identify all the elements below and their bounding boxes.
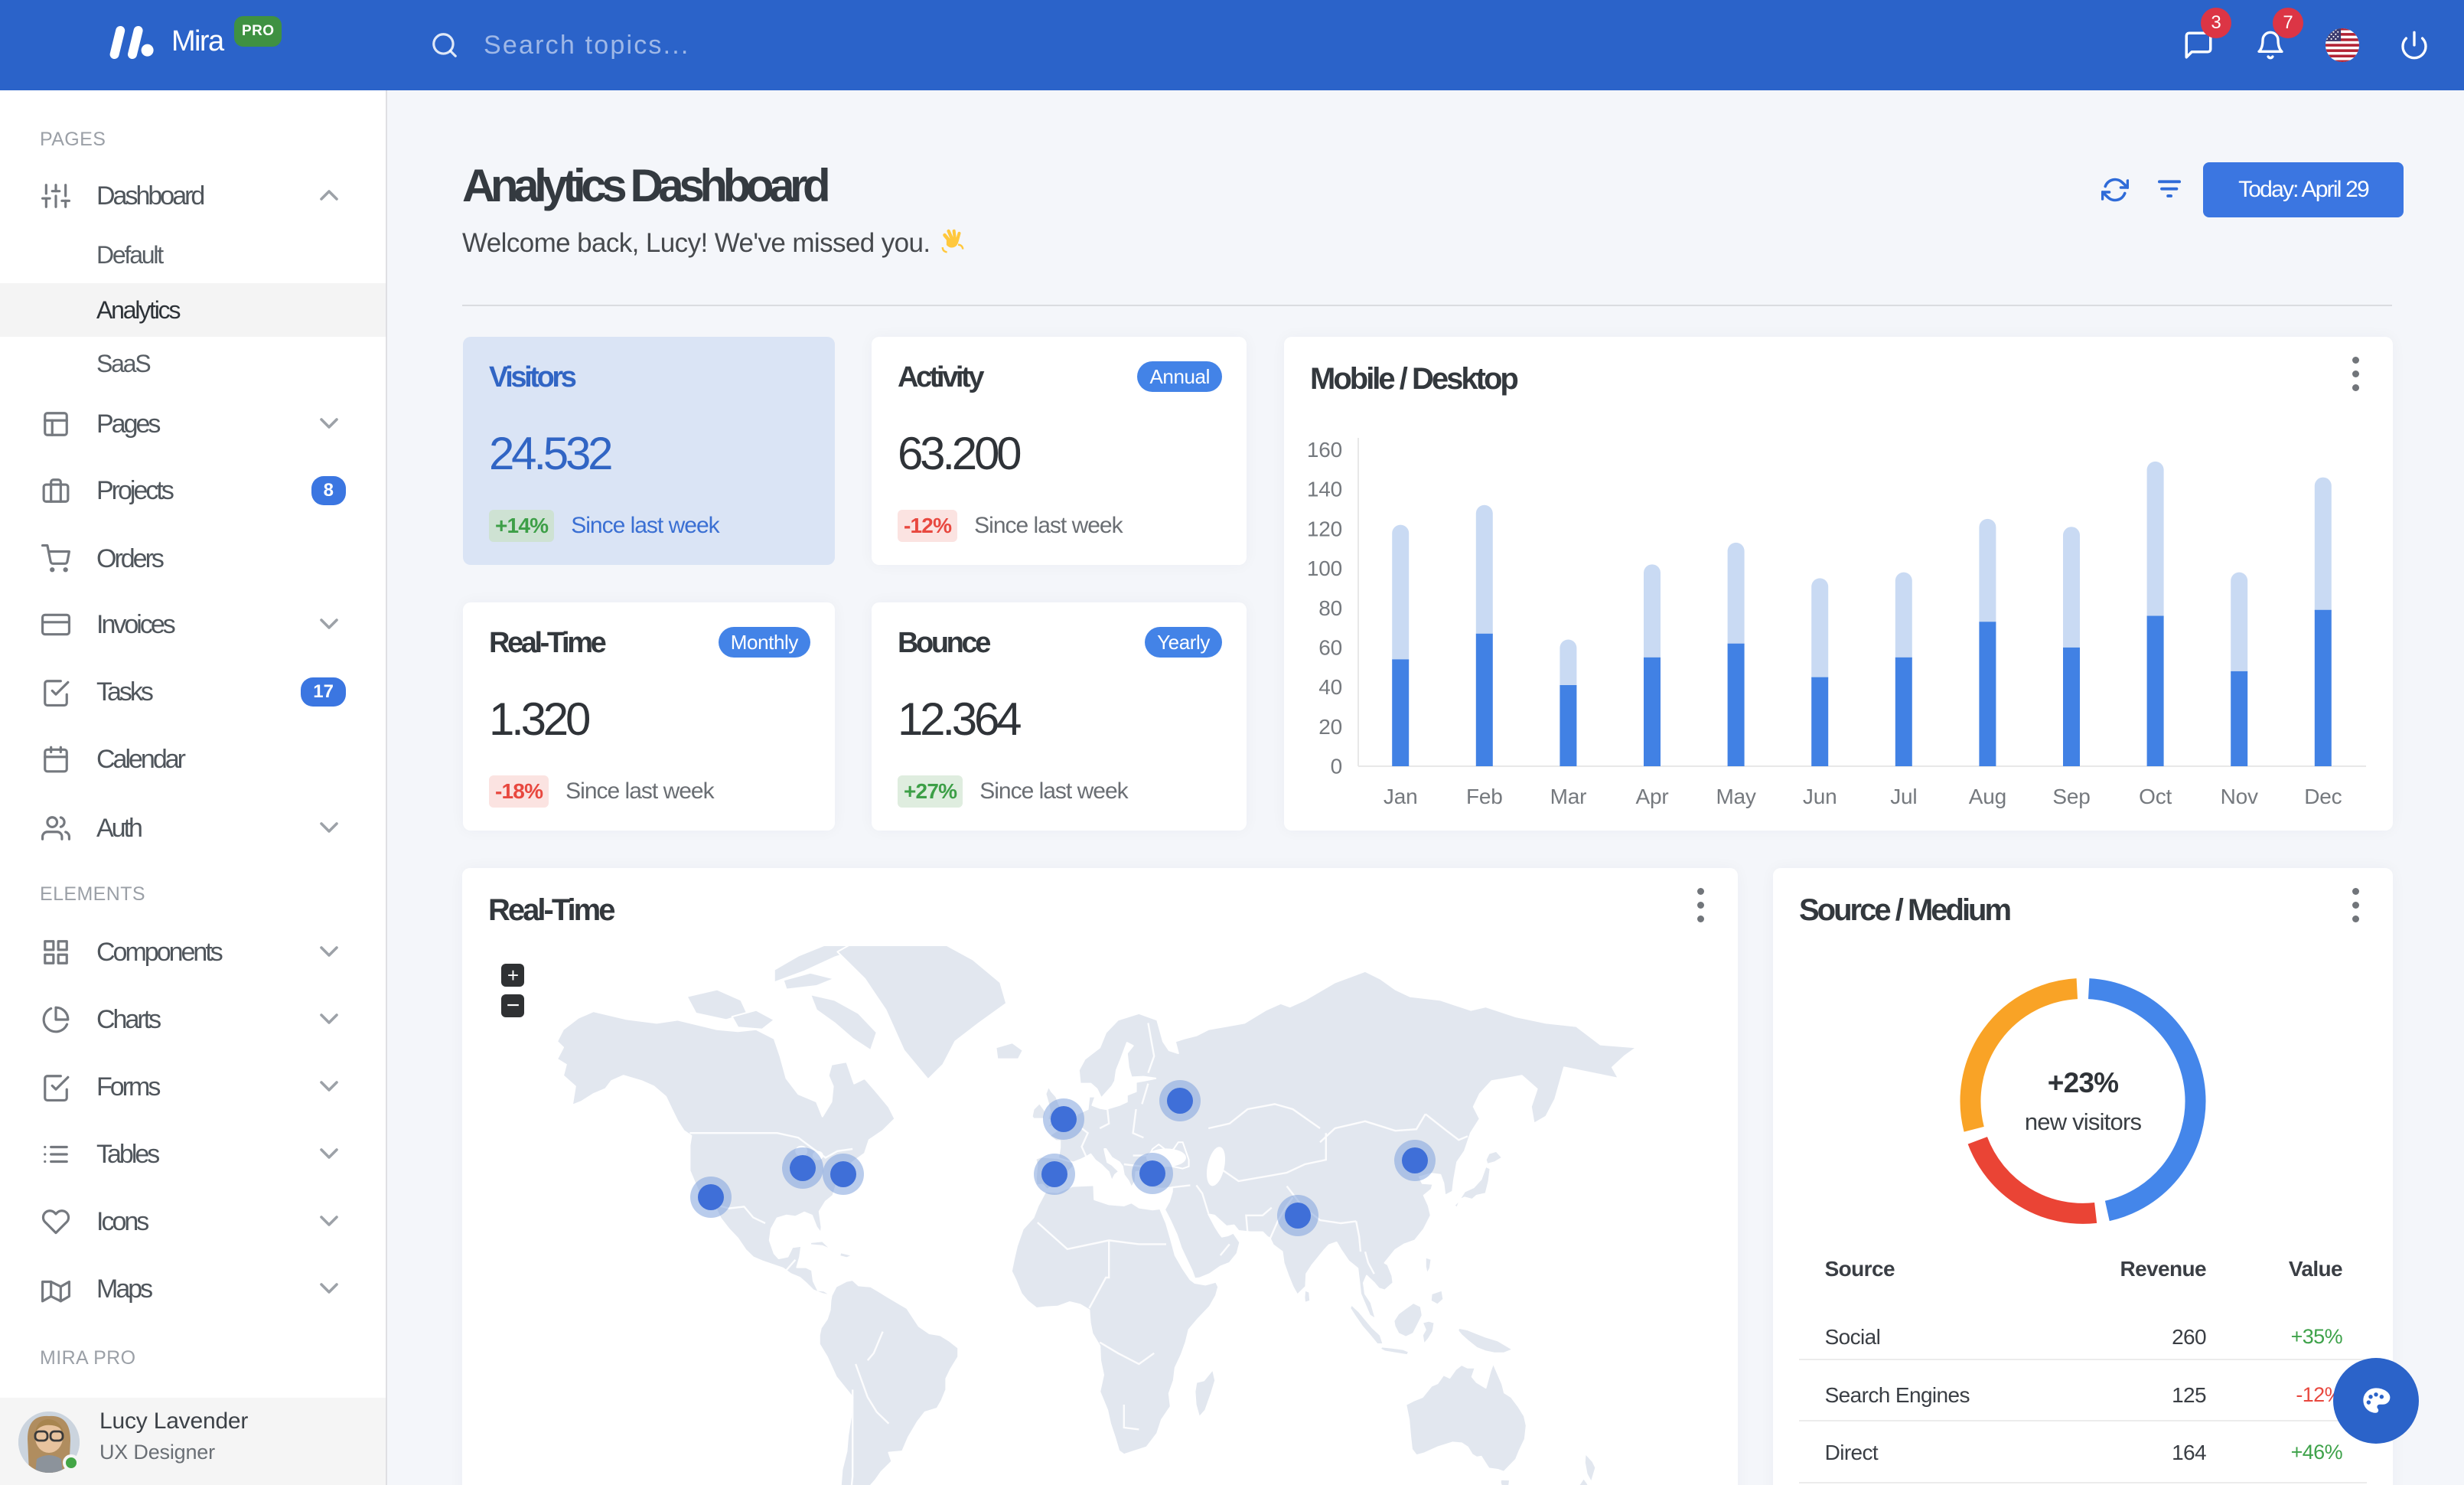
svg-text:Aug: Aug <box>1969 785 2006 808</box>
svg-text:Apr: Apr <box>1636 785 1669 808</box>
svg-text:Jul: Jul <box>1890 785 1917 808</box>
svg-text:160: 160 <box>1307 438 1342 462</box>
svg-text:May: May <box>1716 785 1755 808</box>
svg-text:Sep: Sep <box>2052 785 2090 808</box>
svg-text:Mar: Mar <box>1550 785 1587 808</box>
svg-text:Feb: Feb <box>1466 785 1503 808</box>
svg-text:Oct: Oct <box>2139 785 2172 808</box>
svg-text:Jun: Jun <box>1803 785 1837 808</box>
svg-text:60: 60 <box>1318 636 1342 660</box>
svg-text:120: 120 <box>1307 517 1342 540</box>
svg-text:Jan: Jan <box>1384 785 1418 808</box>
svg-text:Nov: Nov <box>2221 785 2258 808</box>
svg-text:Dec: Dec <box>2304 785 2342 808</box>
svg-text:80: 80 <box>1318 596 1342 620</box>
svg-text:40: 40 <box>1318 675 1342 699</box>
svg-text:0: 0 <box>1331 755 1342 778</box>
svg-text:100: 100 <box>1307 556 1342 580</box>
svg-text:20: 20 <box>1318 715 1342 739</box>
svg-text:140: 140 <box>1307 478 1342 501</box>
